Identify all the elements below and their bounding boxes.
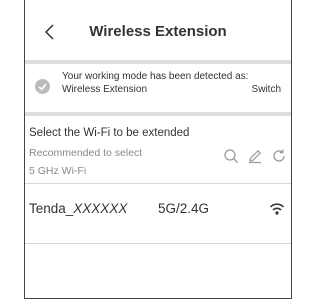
header: Wireless Extension bbox=[25, 0, 291, 64]
ssid-suffix: XXXXXX bbox=[73, 201, 128, 216]
network-ssid: Tenda_XXXXXX bbox=[29, 201, 127, 216]
network-list-item[interactable]: Tenda_XXXXXX 5G/2.4G bbox=[25, 190, 291, 230]
wifi-signal-icon bbox=[269, 203, 285, 215]
network-band: 5G/2.4G bbox=[158, 201, 210, 216]
page-title: Wireless Extension bbox=[89, 23, 227, 40]
switch-mode-link[interactable]: Switch bbox=[252, 84, 281, 95]
ssid-prefix: Tenda_ bbox=[29, 201, 74, 216]
select-wifi-heading: Select the Wi-Fi to be extended bbox=[29, 127, 190, 139]
detected-mode: Wireless Extension bbox=[62, 84, 148, 95]
refresh-icon[interactable] bbox=[271, 148, 287, 164]
edit-icon[interactable] bbox=[247, 148, 263, 164]
list-divider-bottom bbox=[25, 243, 291, 244]
search-icon[interactable] bbox=[223, 148, 239, 164]
separator-middle bbox=[25, 112, 291, 116]
recommend-hint-band: 5 GHz Wi-Fi bbox=[29, 165, 87, 177]
recommend-hint: Recommended to select bbox=[29, 147, 143, 159]
mode-detected-notice: Your working mode has been detected as: … bbox=[25, 64, 291, 108]
notice-text: Your working mode has been detected as: bbox=[62, 71, 249, 82]
check-circle-icon bbox=[35, 79, 50, 94]
app-screen: Wireless Extension Your working mode has… bbox=[24, 0, 292, 299]
list-divider bbox=[25, 183, 291, 184]
